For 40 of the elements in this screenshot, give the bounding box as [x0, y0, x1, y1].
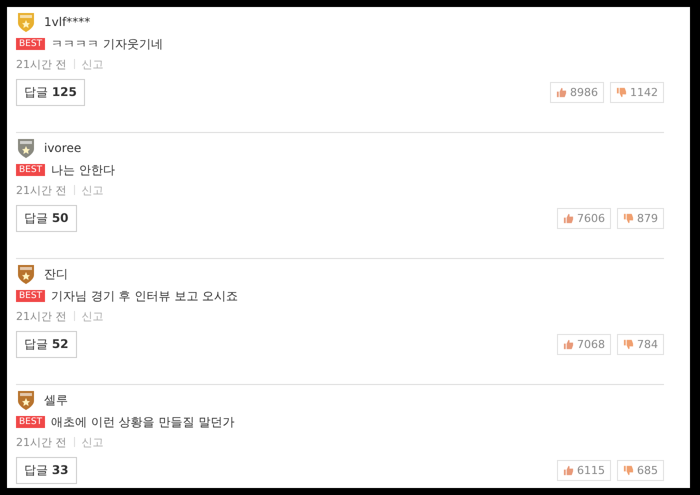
like-button[interactable]: 8986: [550, 82, 604, 103]
dislike-button[interactable]: 685: [617, 460, 664, 481]
thumbs-up-icon: [563, 213, 574, 224]
thumbs-down-icon: [623, 339, 634, 350]
best-tag: BEST: [16, 38, 46, 50]
timestamp: 21시간 전: [16, 182, 66, 198]
best-tag: BEST: [16, 416, 46, 428]
thumbs-down-icon: [616, 87, 627, 98]
dislike-button[interactable]: 784: [617, 334, 664, 355]
report-link[interactable]: 신고: [82, 56, 104, 72]
username[interactable]: 1vlf****: [44, 15, 90, 29]
comment-text: 기자님 경기 후 인터뷰 보고 오시죠: [51, 288, 238, 305]
report-link[interactable]: 신고: [82, 308, 104, 324]
best-tag: BEST: [16, 290, 46, 302]
thumbs-down-icon: [623, 465, 634, 476]
report-link[interactable]: 신고: [82, 434, 104, 450]
best-tag: BEST: [16, 164, 46, 176]
like-button[interactable]: 6115: [557, 460, 611, 481]
reply-button[interactable]: 답글 33: [16, 457, 77, 484]
username[interactable]: 잔디: [44, 266, 68, 282]
thumbs-up-icon: [563, 465, 574, 476]
comment-text: 애초에 이런 상황을 만들질 말던가: [51, 414, 234, 431]
reply-button[interactable]: 답글 125: [16, 79, 85, 106]
comment-text: 나는 안한다: [51, 162, 115, 179]
reply-button[interactable]: 답글 52: [16, 331, 77, 358]
thumbs-down-icon: [623, 213, 634, 224]
thumbs-up-icon: [563, 339, 574, 350]
like-button[interactable]: 7068: [557, 334, 611, 355]
username[interactable]: 셀루: [44, 392, 68, 408]
dislike-button[interactable]: 1142: [610, 82, 664, 103]
timestamp: 21시간 전: [16, 56, 66, 72]
like-button[interactable]: 7606: [557, 208, 611, 229]
timestamp: 21시간 전: [16, 308, 66, 324]
reply-button[interactable]: 답글 50: [16, 205, 77, 232]
dislike-button[interactable]: 879: [617, 208, 664, 229]
report-link[interactable]: 신고: [82, 182, 104, 198]
username[interactable]: ivoree: [44, 141, 82, 155]
comment-text: ㅋㅋㅋㅋ 기자웃기네: [51, 36, 163, 53]
timestamp: 21시간 전: [16, 434, 66, 450]
thumbs-up-icon: [556, 87, 567, 98]
